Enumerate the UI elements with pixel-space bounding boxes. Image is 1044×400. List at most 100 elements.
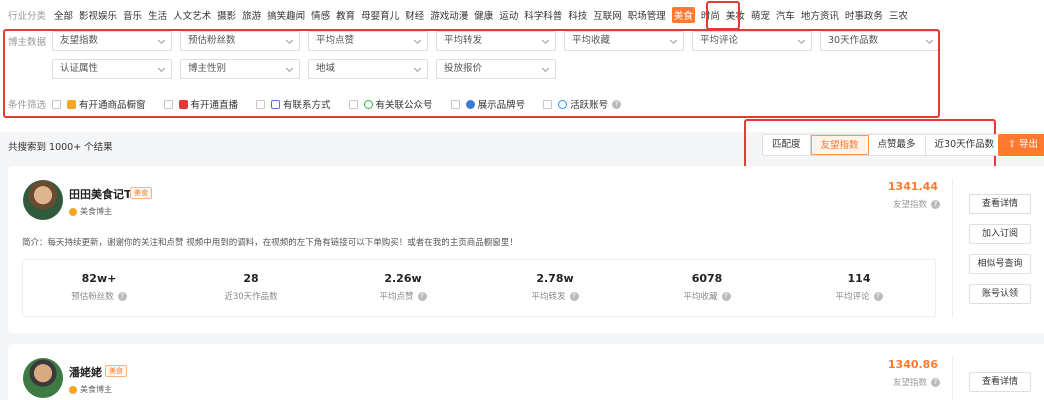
category-emotion[interactable]: 情感	[311, 8, 330, 22]
avatar[interactable]	[23, 180, 63, 220]
help-icon[interactable]: ?	[417, 291, 427, 301]
cond-contact[interactable]: 有联系方式	[256, 97, 331, 111]
category-career[interactable]: 职场管理	[628, 8, 666, 22]
select-avg-likes[interactable]: 平均点赞	[308, 31, 428, 51]
export-icon: ⇪	[1008, 139, 1016, 150]
shop-icon	[67, 99, 76, 109]
category-tech[interactable]: 科技	[568, 8, 587, 22]
select-price[interactable]: 投放报价	[436, 59, 556, 79]
category-funny[interactable]: 搞笑趣闻	[267, 8, 305, 22]
sort-30day-works[interactable]: 近30天作品数	[926, 135, 1004, 155]
stat-label-text: 平均收藏	[683, 292, 718, 302]
select-youwang-index[interactable]: 友望指数	[52, 31, 172, 51]
select-fans[interactable]: 预估粉丝数	[180, 31, 300, 51]
checkbox[interactable]	[543, 99, 553, 109]
sort-relevance[interactable]: 匹配度	[763, 135, 811, 155]
category-travel[interactable]: 旅游	[242, 8, 261, 22]
stat-value: 6078	[691, 272, 723, 285]
category-music[interactable]: 音乐	[123, 8, 142, 22]
avatar[interactable]	[23, 358, 63, 398]
select-avg-shares[interactable]: 平均转发	[436, 31, 556, 51]
select-avg-comments[interactable]: 平均评论	[692, 31, 812, 51]
select-verification[interactable]: 认证属性	[52, 59, 172, 79]
category-agriculture[interactable]: 三农	[889, 8, 908, 22]
blogger-name[interactable]: 潘姥姥	[69, 364, 102, 380]
category-finance[interactable]: 财经	[405, 8, 424, 22]
select-gender[interactable]: 博主性别	[180, 59, 300, 79]
wechat-icon	[363, 99, 373, 109]
category-games[interactable]: 游戏动漫	[430, 8, 468, 22]
category-parenting[interactable]: 母婴育儿	[361, 8, 399, 22]
checkbox[interactable]	[348, 99, 358, 109]
category-science[interactable]: 科学科普	[524, 8, 562, 22]
card-divider	[952, 178, 953, 318]
select-label: 认证属性	[60, 63, 99, 74]
category-photo[interactable]: 摄影	[217, 8, 236, 22]
category-pets[interactable]: 萌宠	[751, 8, 770, 22]
cond-active[interactable]: 活跃账号?	[543, 97, 622, 111]
select-avg-favorites[interactable]: 平均收藏	[564, 31, 684, 51]
similar-accounts-button[interactable]: 相似号查询	[969, 254, 1031, 274]
cond-brand[interactable]: 展示品牌号	[450, 97, 525, 111]
cond-live[interactable]: 有开通直播	[163, 97, 238, 111]
user-icon	[558, 99, 568, 109]
category-food[interactable]: 美食	[671, 7, 695, 23]
sort-youwang-index[interactable]: 友望指数	[810, 135, 869, 155]
view-details-button[interactable]: 查看详情	[969, 372, 1031, 392]
category-politics[interactable]: 时事政务	[845, 8, 883, 22]
help-icon[interactable]: ?	[117, 291, 127, 301]
verified-text: 美食博主	[80, 385, 112, 394]
category-auto[interactable]: 汽车	[776, 8, 795, 22]
chevron-down-icon	[413, 64, 422, 73]
checkbox[interactable]	[256, 99, 266, 109]
stats-panel: 82w+ 预估粉丝数? 28 近30天作品数 2.26w 平均点赞? 2.78w 平均转…	[22, 259, 936, 317]
category-art[interactable]: 人文艺术	[173, 8, 211, 22]
sort-group: 匹配度 友望指数 点赞最多 近30天作品数	[762, 134, 1005, 156]
checkbox[interactable]	[52, 99, 61, 109]
conditions-label: 条件筛选	[8, 100, 47, 111]
help-icon[interactable]: ?	[721, 291, 731, 301]
view-details-button[interactable]: 查看详情	[969, 194, 1031, 214]
select-30day-works[interactable]: 30天作品数	[820, 31, 940, 51]
category-internet[interactable]: 互联网	[593, 8, 622, 22]
category-life[interactable]: 生活	[148, 8, 167, 22]
sort-most-likes[interactable]: 点赞最多	[869, 135, 926, 155]
category-fashion[interactable]: 时尚	[701, 8, 720, 22]
export-label: 导出	[1019, 139, 1039, 150]
select-label: 投放报价	[444, 63, 483, 74]
category-all[interactable]: 全部	[54, 8, 73, 22]
help-icon[interactable]: ?	[569, 291, 579, 301]
category-beauty[interactable]: 美妆	[726, 8, 745, 22]
category-row: 行业分类 全部 影视娱乐 音乐 生活 人文艺术 摄影 旅游 搞笑趣闻 情感 教育…	[8, 7, 914, 23]
help-icon[interactable]: ?	[612, 99, 622, 109]
category-health[interactable]: 健康	[474, 8, 493, 22]
cond-wechat[interactable]: 有关联公众号	[348, 97, 433, 111]
stat-value: 2.26w	[384, 272, 422, 285]
checkbox[interactable]	[450, 99, 460, 109]
stat-label-text: 平均评论	[835, 292, 870, 302]
stat-label: 平均评论?	[783, 290, 935, 302]
help-icon[interactable]: ?	[873, 291, 883, 301]
blogger-name[interactable]: 田田美食记T	[69, 186, 132, 202]
select-label: 平均收藏	[572, 35, 611, 46]
help-icon[interactable]: ?	[931, 377, 940, 387]
select-label: 30天作品数	[828, 35, 879, 46]
stat-label-text: 预估粉丝数	[71, 292, 114, 302]
cond-label: 有关联公众号	[375, 100, 433, 111]
cond-shop-window[interactable]: 有开通商品橱窗	[52, 97, 146, 111]
card-divider	[952, 356, 953, 400]
category-film[interactable]: 影视娱乐	[79, 8, 117, 22]
category-education[interactable]: 教育	[336, 8, 355, 22]
checkbox[interactable]	[163, 99, 173, 109]
claim-account-button[interactable]: 账号认领	[969, 284, 1031, 304]
verified-label: 美食博主	[69, 384, 112, 395]
category-sports[interactable]: 运动	[499, 8, 518, 22]
export-button[interactable]: ⇪ 导出	[998, 134, 1044, 156]
select-region[interactable]: 地域	[308, 59, 428, 79]
help-icon[interactable]: ?	[931, 199, 940, 209]
chevron-down-icon	[157, 36, 166, 45]
category-local[interactable]: 地方资讯	[801, 8, 839, 22]
conditions-row: 条件筛选 有开通商品橱窗 有开通直播 有联系方式 有关联公众号 展示品牌号 活跃…	[8, 97, 639, 111]
subscribe-button[interactable]: 加入订阅	[969, 224, 1031, 244]
select-label: 博主性别	[188, 63, 227, 74]
